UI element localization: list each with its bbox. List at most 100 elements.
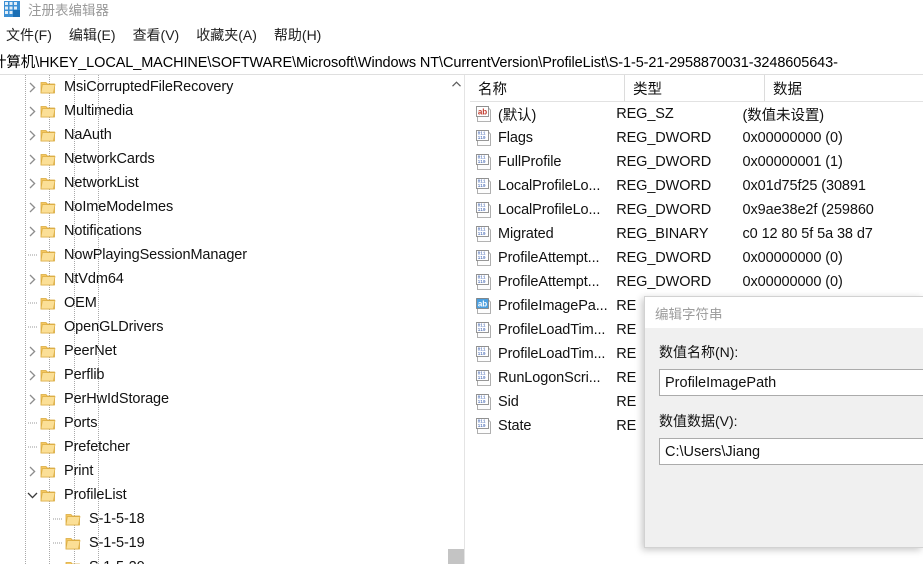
value-data-cell: 0x00000000 (0)	[742, 130, 843, 146]
chevron-right-icon[interactable]	[24, 127, 40, 143]
column-header-data[interactable]: 数据	[765, 75, 923, 101]
binary-value-icon: 011 110	[476, 226, 494, 242]
folder-icon	[40, 128, 56, 143]
tree-item-label: Prefetcher	[64, 439, 130, 455]
table-row[interactable]: 011 110 LocalProfileLo... REG_DWORD 0x9ae38e…	[470, 198, 923, 222]
folder-icon	[40, 272, 56, 287]
tree-leaf-spacer	[24, 415, 40, 431]
column-header-name[interactable]: 名称	[470, 75, 625, 101]
tree-item-nowplayingsessionmanager[interactable]: NowPlayingSessionManager	[0, 243, 447, 267]
binary-value-icon: 011 110	[476, 418, 494, 434]
tree-item-ports[interactable]: Ports	[0, 411, 447, 435]
tree-item-ntvdm64[interactable]: NtVdm64	[0, 267, 447, 291]
tree-item-noimemodeimes[interactable]: NoImeModeImes	[0, 195, 447, 219]
chevron-right-icon[interactable]	[24, 343, 40, 359]
tree-item-oem[interactable]: OEM	[0, 291, 447, 315]
menu-file[interactable]: 文件(F)	[0, 22, 60, 48]
table-row[interactable]: 011 110 FullProfile REG_DWORD 0x00000001 (1)	[470, 150, 923, 174]
table-row[interactable]: 011 110 ProfileAttempt... REG_DWORD 0x000000…	[470, 246, 923, 270]
chevron-right-icon[interactable]	[24, 271, 40, 287]
tree-vertical-scrollbar[interactable]	[447, 75, 465, 564]
tree-item-opengldrivers[interactable]: OpenGLDrivers	[0, 315, 447, 339]
chevron-right-icon[interactable]	[24, 103, 40, 119]
tree-item-label: Print	[64, 463, 94, 479]
tree-item-label: NetworkCards	[64, 151, 155, 167]
svg-text:110: 110	[478, 424, 486, 429]
tree-leaf-spacer	[49, 511, 65, 527]
chevron-right-icon[interactable]	[24, 79, 40, 95]
registry-tree[interactable]: MsiCorruptedFileRecovery Multimedia NaAuth…	[0, 75, 447, 564]
binary-value-icon: 011 110	[476, 322, 494, 338]
table-row[interactable]: 011 110 Flags REG_DWORD 0x00000000 (0)	[470, 126, 923, 150]
menu-view[interactable]: 查看(V)	[125, 22, 188, 48]
menu-edit[interactable]: 编辑(E)	[61, 22, 124, 48]
tree-item-label: Ports	[64, 415, 98, 431]
binary-value-icon: 011 110	[476, 394, 494, 410]
tree-item-networkcards[interactable]: NetworkCards	[0, 147, 447, 171]
chevron-up-icon[interactable]	[448, 75, 465, 92]
chevron-right-icon[interactable]	[24, 199, 40, 215]
value-name-cell: Sid	[498, 394, 519, 410]
chevron-right-icon[interactable]	[24, 367, 40, 383]
tree-leaf-spacer	[24, 247, 40, 263]
binary-value-icon: 011 110	[476, 370, 494, 386]
value-name-cell: ProfileLoadTim...	[498, 322, 606, 338]
tree-item-label: OEM	[64, 295, 97, 311]
tree-item-label: Multimedia	[64, 103, 134, 119]
folder-icon	[40, 440, 56, 455]
column-header-type[interactable]: 类型	[625, 75, 765, 101]
value-data-cell: 0x9ae38e2f (259860	[742, 202, 874, 218]
svg-text:110: 110	[478, 280, 486, 285]
tree-item-s-1-5-18[interactable]: S-1-5-18	[0, 507, 447, 531]
value-name-input[interactable]: ProfileImagePath	[659, 369, 923, 396]
address-path-text: 计算机\HKEY_LOCAL_MACHINE\SOFTWARE\Microsof…	[0, 54, 838, 71]
tree-leaf-spacer	[24, 319, 40, 335]
tree-item-multimedia[interactable]: Multimedia	[0, 99, 447, 123]
chevron-right-icon[interactable]	[24, 151, 40, 167]
address-bar[interactable]: 计算机\HKEY_LOCAL_MACHINE\SOFTWARE\Microsof…	[0, 48, 923, 75]
menu-favorites[interactable]: 收藏夹(A)	[188, 22, 265, 48]
list-header-row: 名称 类型 数据	[470, 75, 923, 102]
tree-item-profilelist[interactable]: ProfileList	[0, 483, 447, 507]
chevron-down-icon[interactable]	[24, 487, 40, 503]
chevron-right-icon[interactable]	[24, 391, 40, 407]
tree-item-networklist[interactable]: NetworkList	[0, 171, 447, 195]
svg-text:110: 110	[478, 352, 486, 357]
value-data-input[interactable]: C:\Users\Jiang	[659, 438, 923, 465]
window-title: 注册表编辑器	[28, 3, 109, 18]
chevron-right-icon[interactable]	[24, 223, 40, 239]
tree-item-perflib[interactable]: Perflib	[0, 363, 447, 387]
tree-item-label: PeerNet	[64, 343, 117, 359]
tree-item-s-1-5-19[interactable]: S-1-5-19	[0, 531, 447, 555]
table-row[interactable]: 011 110 LocalProfileLo... REG_DWORD 0x01d75f…	[470, 174, 923, 198]
table-row[interactable]: 011 110 Migrated REG_BINARY c0 12 80 5f 5a 3…	[470, 222, 923, 246]
menu-help[interactable]: 帮助(H)	[266, 22, 329, 48]
registry-editor-icon	[4, 1, 20, 17]
tree-item-peernet[interactable]: PeerNet	[0, 339, 447, 363]
tree-item-prefetcher[interactable]: Prefetcher	[0, 435, 447, 459]
tree-scrollbar-thumb[interactable]	[448, 549, 465, 564]
folder-icon	[40, 392, 56, 407]
edit-string-dialog[interactable]: 编辑字符串 数值名称(N): ProfileImagePath 数值数据(V):…	[644, 296, 923, 548]
value-type-cell: REG_DWORD	[616, 130, 712, 146]
tree-item-msicorruptedfilerecovery[interactable]: MsiCorruptedFileRecovery	[0, 75, 447, 99]
tree-item-label: NoImeModeImes	[64, 199, 174, 215]
folder-icon	[40, 464, 56, 479]
value-name-cell: State	[498, 418, 532, 434]
table-row[interactable]: ab (默认) REG_SZ (数值未设置)	[470, 102, 923, 126]
tree-item-perhwidstorage[interactable]: PerHwIdStorage	[0, 387, 447, 411]
chevron-right-icon[interactable]	[24, 463, 40, 479]
folder-icon	[40, 224, 56, 239]
tree-item-print[interactable]: Print	[0, 459, 447, 483]
tree-item-label: Notifications	[64, 223, 142, 239]
tree-item-notifications[interactable]: Notifications	[0, 219, 447, 243]
table-row[interactable]: 011 110 ProfileAttempt... REG_DWORD 0x000000…	[470, 270, 923, 294]
folder-icon	[40, 416, 56, 431]
tree-item-label: NetworkList	[64, 175, 139, 191]
value-name-cell: FullProfile	[498, 154, 562, 170]
dialog-title: 编辑字符串	[655, 306, 723, 322]
tree-item-naauth[interactable]: NaAuth	[0, 123, 447, 147]
tree-item-s-1-5-20[interactable]: S-1-5-20	[0, 555, 447, 564]
chevron-right-icon[interactable]	[24, 175, 40, 191]
tree-leaf-spacer	[24, 295, 40, 311]
